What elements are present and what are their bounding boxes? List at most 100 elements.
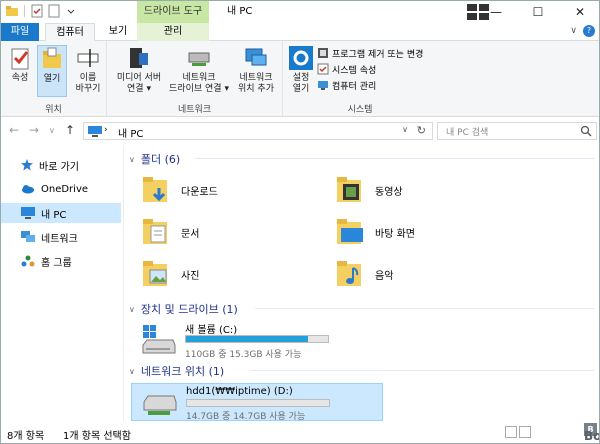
separator [24,5,25,17]
group-label-system: 시스템 [347,105,373,115]
map-drive-button[interactable]: 네트워크 드라이브 연결 ▾ [169,45,229,95]
folder-item-music[interactable]: 음악 [335,257,515,291]
chevron-down-icon[interactable]: ∨ [570,26,577,36]
drive-item-c[interactable]: 새 볼륨 (C:) 110GB 중 15.3GB 사용 가능 [131,321,331,360]
forward-button[interactable]: → [29,123,39,137]
breadcrumb-chevron-icon[interactable]: › [104,125,108,135]
up-button[interactable]: ↑ [65,123,75,137]
media-server-button[interactable]: 미디어 서버 연결 ▾ [111,45,167,95]
add-location-label-1: 네트워크 [239,73,273,83]
folder-item-downloads[interactable]: 다운로드 [141,173,321,207]
help-icon[interactable]: ? [583,25,595,37]
folder-item-desktop[interactable]: 바탕 화면 [335,215,515,249]
computer-icon [21,207,35,219]
homegroup-icon [21,255,35,267]
drive-usage-bar [185,335,329,343]
view-toggle [505,426,531,438]
large-icons-view-button[interactable] [519,426,531,438]
rename-button[interactable]: 이름 바꾸기 [71,45,105,95]
drives-section-header[interactable]: ∨ 장치 및 드라이브 (1) [129,301,238,317]
network-icon [21,231,35,242]
drive-free-space: 110GB 중 15.3GB 사용 가능 [185,350,302,360]
network-drive-item-d[interactable]: hdd1(₩₩iptime) (D:) 14.7GB 중 14.7GB 사용 가… [131,383,383,422]
chevron-down-icon: ∨ [129,366,135,376]
system-properties-label: 시스템 속성 [332,65,377,76]
network-section-header[interactable]: ∨ 네트워크 위치 (1) [129,363,224,379]
tab-view[interactable]: 보기 [101,23,135,41]
search-placeholder: 내 PC 검색 [446,128,489,138]
explorer-window: 드라이브 도구 내 PC — ☐ ✕ 파일 컴퓨터 보기 관리 ∨ ? 속성 열… [0,0,600,444]
tab-computer[interactable]: 컴퓨터 [45,23,95,41]
properties-icon [11,48,29,70]
nav-label: 바로 가기 [39,161,79,173]
selection-count: 1개 항목 선택함 [63,431,131,442]
add-location-label-2: 위치 추가 [238,84,274,94]
system-commands: 프로그램 제거 또는 변경 시스템 속성 컴퓨터 관리 [317,45,423,93]
group-label-location: 위치 [45,105,62,115]
uninstall-icon [318,48,328,58]
nav-item-network[interactable]: 네트워크 [1,227,121,247]
folders-section-header[interactable]: ∨ 폴더 (6) [129,151,180,167]
computer-management-icon [318,81,328,90]
address-input[interactable]: › 내 PC ∨ ↻ [83,122,433,140]
chevron-down-icon: ∨ [129,304,135,314]
media-server-label-2: 연결 [127,84,144,94]
chevron-down-icon: ∨ [129,154,135,164]
open-folder-icon [43,47,61,68]
breadcrumb[interactable]: 내 PC [118,125,143,140]
chevron-down-icon[interactable]: ∨ [402,125,408,134]
properties-label: 속성 [11,73,29,83]
watermark-text: BodNara [584,429,599,443]
open-settings-button[interactable]: 설정 열기 [287,45,315,95]
group-network: 미디어 서버 연결 ▾ 네트워크 드라이브 연결 ▾ 네트워크 위치 추가 네트… [107,41,283,117]
divider [251,370,595,371]
system-properties-button[interactable]: 시스템 속성 [317,61,423,77]
tab-file[interactable]: 파일 [1,23,39,41]
add-network-location-button[interactable]: 네트워크 위치 추가 [231,45,281,95]
drive-name: 새 볼륨 (C:) [185,325,238,336]
maximize-button[interactable]: ☐ [517,1,559,23]
gear-icon [289,46,313,70]
search-input[interactable]: 내 PC 검색 [437,122,597,140]
details-view-button[interactable] [505,426,517,438]
minimize-button[interactable]: — [475,1,517,23]
folder-label: 사진 [181,270,200,282]
refresh-icon[interactable]: ↻ [417,124,426,137]
settings-label-1: 설정 [292,73,310,83]
back-button[interactable]: ← [9,123,19,137]
section-title: 폴더 (6) [140,153,181,166]
new-folder-icon[interactable] [47,4,61,18]
nav-item-quick-access[interactable]: 바로 가기 [1,155,121,175]
nav-label: 네트워크 [41,233,78,245]
navigation-pane: 바로 가기 OneDrive 내 PC 네트워크 홈 그룹 [1,145,123,421]
media-server-icon [130,48,148,68]
tab-manage[interactable]: 관리 [137,23,209,41]
folder-item-videos[interactable]: 동영상 [335,173,515,207]
section-title: 장치 및 드라이브 (1) [140,303,238,316]
drive-name: hdd1(₩₩iptime) (D:) [186,386,293,397]
open-button[interactable]: 열기 [37,45,67,97]
folder-label: 다운로드 [181,186,218,198]
folder-label: 문서 [181,228,200,240]
folder-item-pictures[interactable]: 사진 [141,257,321,291]
chevron-down-icon[interactable] [64,4,78,18]
divider [195,158,595,159]
nav-item-homegroup[interactable]: 홈 그룹 [1,251,121,271]
map-drive-label-1: 네트워크 [182,73,216,83]
properties-button[interactable]: 속성 [5,45,35,84]
recent-chevron-icon[interactable]: ∨ [49,126,55,135]
search-icon [580,125,592,137]
folder-item-documents[interactable]: 문서 [141,215,321,249]
properties-check-icon[interactable] [30,4,44,18]
nav-item-this-pc[interactable]: 내 PC [1,203,121,223]
nav-item-onedrive[interactable]: OneDrive [1,179,121,199]
close-button[interactable]: ✕ [559,1,599,23]
uninstall-program-button[interactable]: 프로그램 제거 또는 변경 [317,45,423,61]
network-drive-icon [143,395,177,415]
ribbon-tabs: 파일 컴퓨터 보기 관리 ∨ ? [1,23,599,41]
drive-usage-bar [186,399,330,407]
downloads-folder-icon [143,177,167,202]
network-location-icon [245,48,267,66]
group-label-network: 네트워크 [177,105,212,115]
computer-management-button[interactable]: 컴퓨터 관리 [317,77,423,93]
